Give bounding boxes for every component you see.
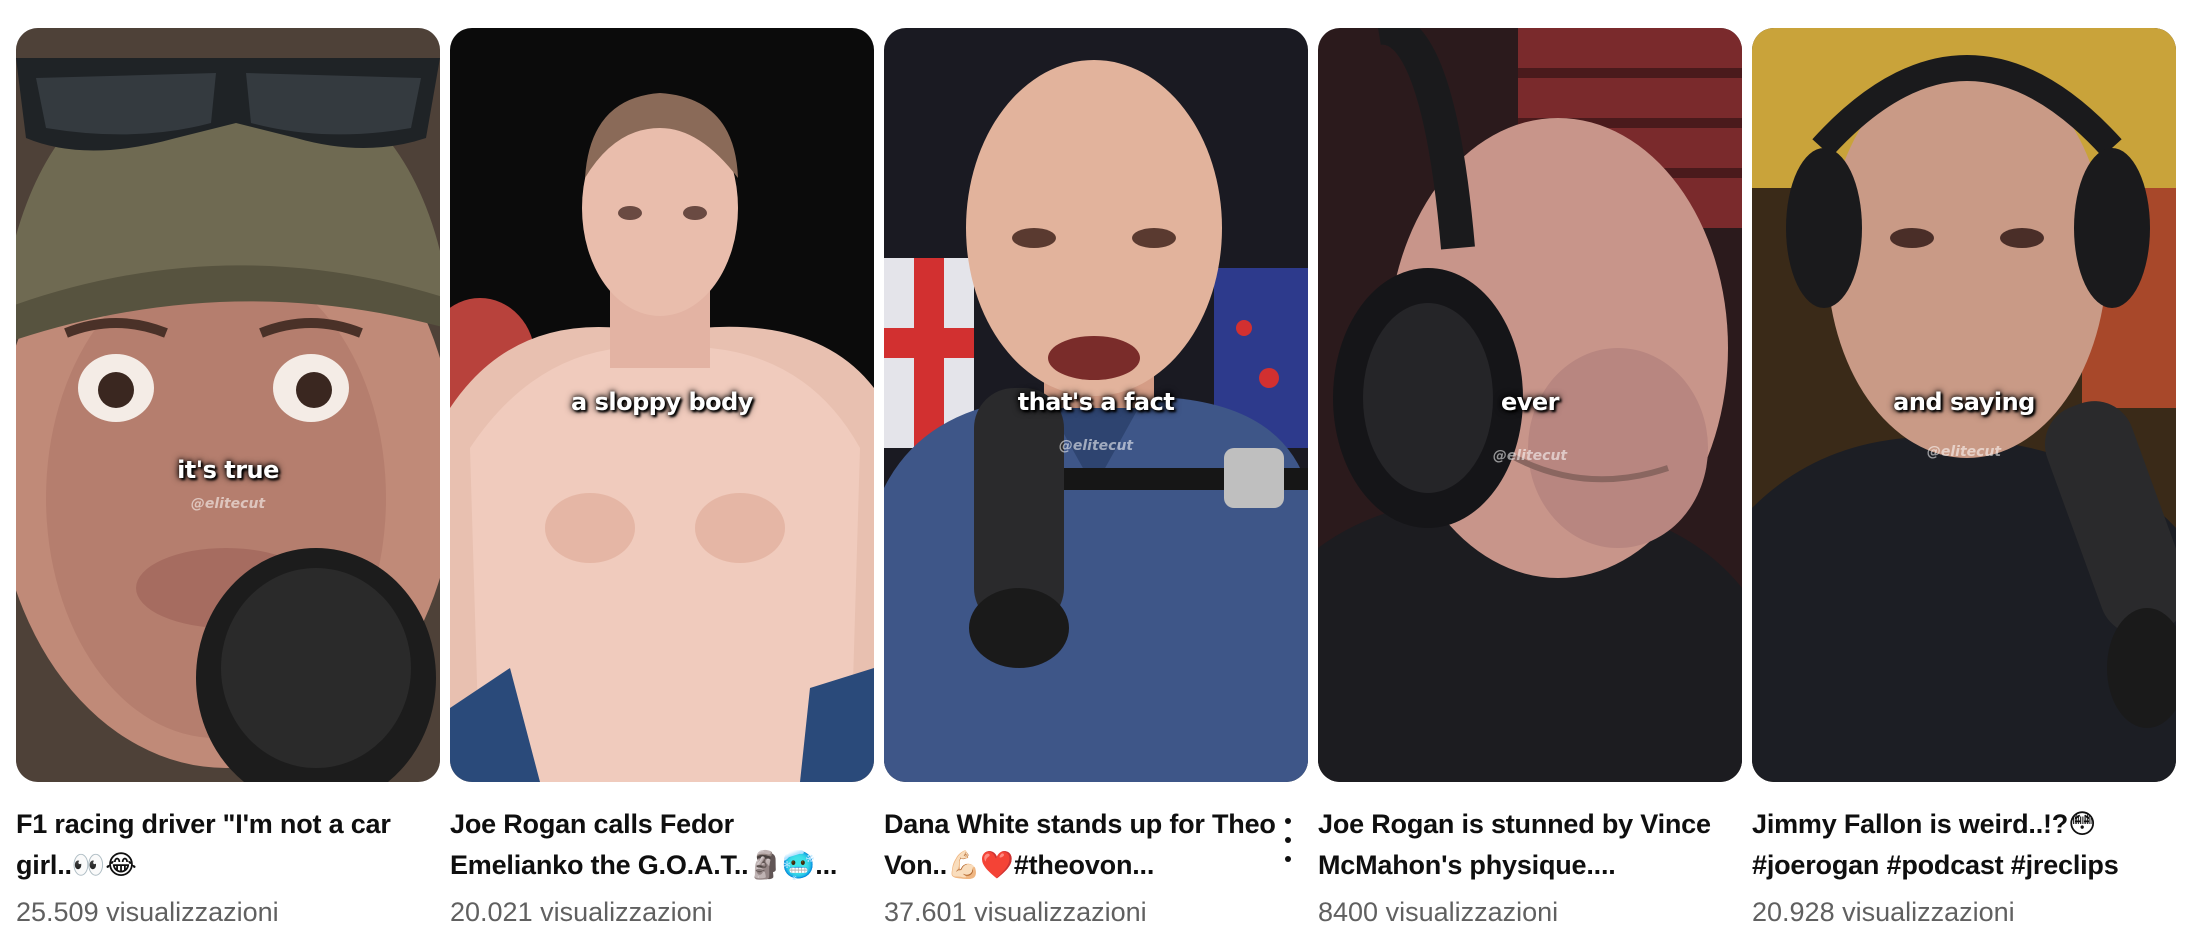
- short-card[interactable]: and saying @elitecut Jimmy Fallon is wei…: [1752, 28, 2176, 927]
- thumbnail-image: [16, 28, 440, 782]
- short-card[interactable]: that's a fact @elitecut Dana White stand…: [884, 28, 1308, 927]
- dot: [1285, 856, 1291, 862]
- short-title[interactable]: Joe Rogan is stunned by Vince McMahon's …: [1318, 804, 1718, 886]
- video-caption-overlay: ever: [1500, 388, 1560, 416]
- short-thumbnail[interactable]: it's true @elitecut: [16, 28, 440, 782]
- view-count: 25.509 visualizzazioni: [16, 897, 279, 927]
- short-card[interactable]: ever @elitecut Joe Rogan is stunned by V…: [1318, 28, 1742, 927]
- vertical-dots-icon[interactable]: [1276, 818, 1300, 862]
- shorts-grid: it's true @elitecut F1 racing driver "I'…: [16, 28, 2176, 948]
- channel-watermark: @elitecut: [1058, 438, 1134, 454]
- dot: [1285, 818, 1291, 824]
- video-caption-overlay: a sloppy body: [571, 388, 753, 416]
- view-count: 37.601 visualizzazioni: [884, 897, 1147, 927]
- short-title[interactable]: Jimmy Fallon is weird..!?😳 #joerogan #po…: [1752, 804, 2152, 886]
- short-title[interactable]: Dana White stands up for Theo Von..💪🏻❤️#…: [884, 804, 1284, 886]
- channel-watermark: @elitecut: [1492, 448, 1568, 464]
- short-card[interactable]: a sloppy body Joe Rogan calls Fedor Emel…: [450, 28, 874, 927]
- short-thumbnail[interactable]: that's a fact @elitecut: [884, 28, 1308, 782]
- short-thumbnail[interactable]: and saying @elitecut: [1752, 28, 2176, 782]
- short-title[interactable]: Joe Rogan calls Fedor Emelianko the G.O.…: [450, 804, 850, 886]
- video-caption-overlay: that's a fact: [1017, 388, 1175, 416]
- view-count: 20.021 visualizzazioni: [450, 897, 713, 927]
- dot: [1285, 837, 1291, 843]
- video-caption-overlay: it's true: [177, 456, 279, 484]
- short-thumbnail[interactable]: ever @elitecut: [1318, 28, 1742, 782]
- view-count: 8400 visualizzazioni: [1318, 897, 1559, 927]
- channel-watermark: @elitecut: [1926, 444, 2002, 460]
- short-card[interactable]: it's true @elitecut F1 racing driver "I'…: [16, 28, 440, 927]
- view-count: 20.928 visualizzazioni: [1752, 897, 2015, 927]
- channel-watermark: @elitecut: [190, 496, 266, 512]
- video-caption-overlay: and saying: [1893, 388, 2035, 416]
- short-title[interactable]: F1 racing driver "I'm not a car girl..👀😂: [16, 804, 416, 886]
- short-thumbnail[interactable]: a sloppy body: [450, 28, 874, 782]
